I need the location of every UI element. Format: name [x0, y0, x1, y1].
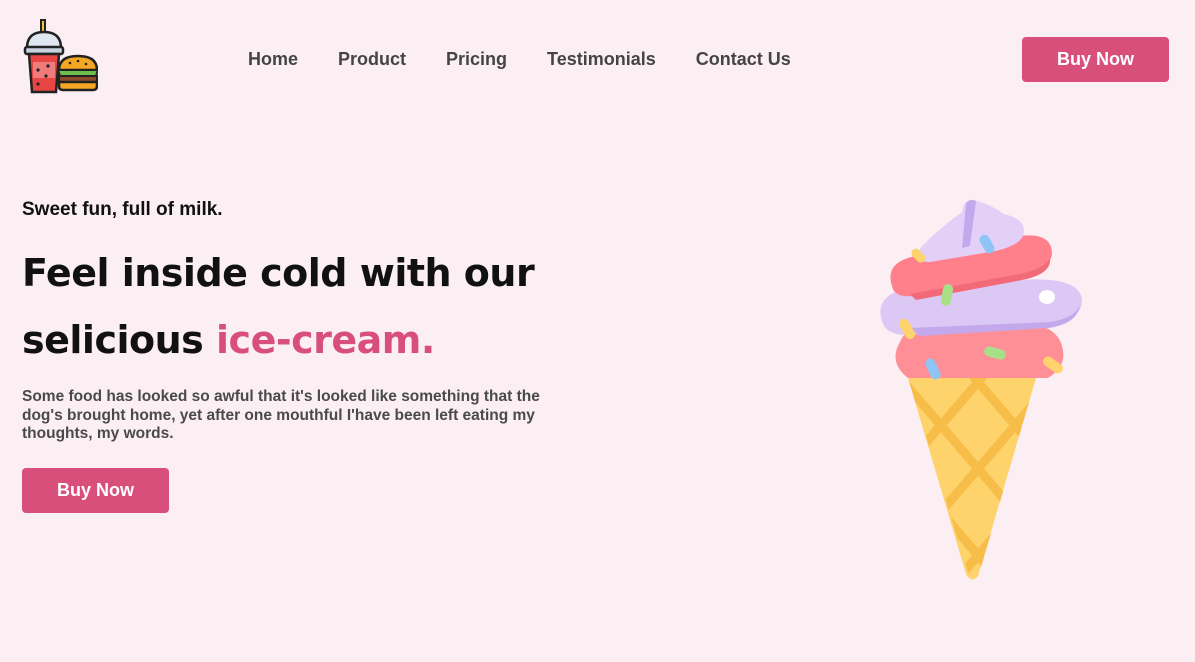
headline-line-2: selicious [22, 318, 204, 362]
main-nav: Home Product Pricing Testimonials Contac… [248, 48, 791, 70]
hero-description: Some food has looked so awful that it's … [22, 388, 540, 442]
ice-cream-illustration [870, 196, 1086, 582]
hero-tagline: Sweet fun, full of milk. [22, 199, 223, 220]
logo[interactable] [22, 18, 100, 96]
hero-headline: Feel inside cold with our selicious ice-… [22, 240, 535, 374]
nav-home-link[interactable]: Home [248, 48, 298, 70]
drink-and-burger-icon [23, 19, 100, 94]
header-buy-now-button[interactable]: Buy Now [1022, 37, 1169, 82]
nav-testimonials-link[interactable]: Testimonials [547, 48, 656, 70]
nav-contact-link[interactable]: Contact Us [696, 48, 791, 70]
ice-cream-cone-icon [880, 199, 1082, 580]
hero-buy-now-button[interactable]: Buy Now [22, 468, 169, 513]
headline-accent: ice-cream. [216, 318, 435, 362]
nav-pricing-link[interactable]: Pricing [446, 48, 507, 70]
nav-product-link[interactable]: Product [338, 48, 406, 70]
headline-line-1: Feel inside cold with our [22, 251, 535, 295]
